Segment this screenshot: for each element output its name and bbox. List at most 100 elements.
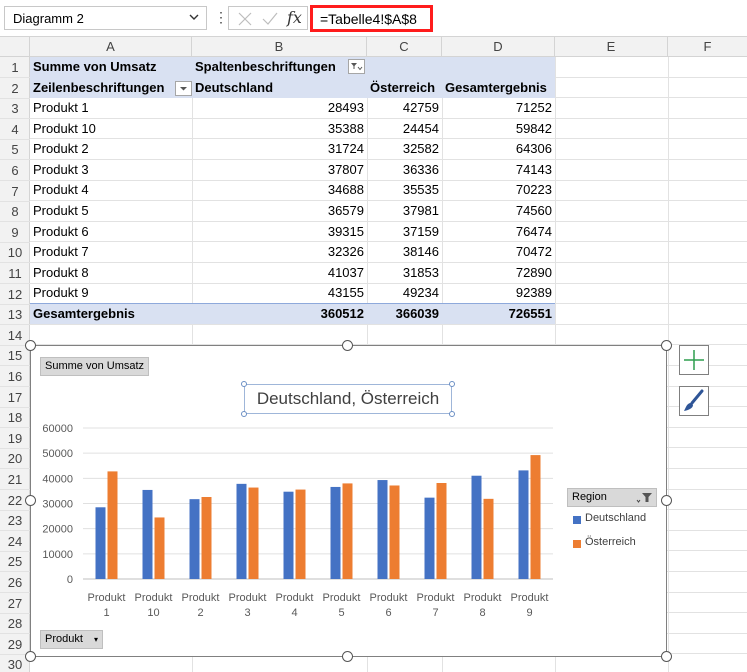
bar-deutschland[interactable] (377, 480, 388, 579)
bar-oesterreich[interactable] (483, 498, 494, 579)
row-header[interactable]: 11 (0, 263, 30, 284)
bar-oesterreich[interactable] (295, 489, 306, 579)
chart-styles-button[interactable] (679, 386, 709, 416)
pivot-value-at[interactable]: 42759 (367, 98, 442, 118)
row-header[interactable]: 19 (0, 428, 30, 449)
row-header[interactable]: 2 (0, 78, 30, 99)
pivot-value-de[interactable]: 37807 (192, 160, 367, 180)
row-header[interactable]: 5 (0, 139, 30, 161)
resize-handle[interactable] (661, 495, 672, 506)
bar-oesterreich[interactable] (530, 455, 541, 579)
dropdown-icon[interactable]: ▾ (94, 635, 98, 644)
cancel-icon[interactable] (237, 11, 253, 27)
bar-deutschland[interactable] (518, 470, 529, 579)
row-header[interactable]: 26 (0, 572, 30, 593)
row-header[interactable]: 8 (0, 201, 30, 223)
column-header-b[interactable]: B (192, 37, 367, 57)
pivot-row-label[interactable]: Produkt 9 (30, 283, 192, 303)
pivot-value-total[interactable]: 70472 (442, 242, 555, 262)
bar-deutschland[interactable] (95, 507, 106, 579)
bar-oesterreich[interactable] (248, 487, 259, 579)
row-header[interactable]: 18 (0, 407, 30, 429)
pivot-value-total[interactable]: 72890 (442, 263, 555, 283)
pivot-chart[interactable]: Summe von Umsatz Deutschland, Österreich… (30, 345, 667, 657)
row-header[interactable]: 24 (0, 531, 30, 552)
bar-oesterreich[interactable] (389, 485, 400, 579)
pivot-value-at[interactable]: 35535 (367, 180, 442, 200)
resize-handle[interactable] (25, 340, 36, 351)
pivot-value-total[interactable]: 71252 (442, 98, 555, 118)
title-handle[interactable] (241, 381, 247, 387)
bar-deutschland[interactable] (424, 497, 435, 579)
row-header[interactable]: 16 (0, 366, 30, 387)
pivot-value-total[interactable]: 64306 (442, 139, 555, 159)
pivot-value-total[interactable]: 92389 (442, 283, 555, 303)
row-header[interactable]: 7 (0, 181, 30, 202)
pivot-value-de[interactable]: 41037 (192, 263, 367, 283)
pivot-row-label[interactable]: Produkt 5 (30, 201, 192, 221)
column-header-d[interactable]: D (442, 37, 555, 57)
pivot-value-de[interactable]: 32326 (192, 242, 367, 262)
pivot-value-at[interactable]: 49234 (367, 283, 442, 303)
plot-area[interactable]: 0100002000030000400005000060000Produkt1P… (31, 416, 571, 656)
resize-handle[interactable] (661, 651, 672, 662)
row-header[interactable]: 23 (0, 510, 30, 532)
row-header[interactable]: 9 (0, 222, 30, 243)
row-filter-dropdown-icon[interactable] (175, 81, 192, 96)
chart-title[interactable]: Deutschland, Österreich (244, 384, 452, 414)
row-header[interactable]: 29 (0, 634, 30, 655)
pivot-row-label[interactable]: Produkt 7 (30, 242, 192, 262)
pivot-value-at[interactable]: 38146 (367, 242, 442, 262)
pivot-value-total[interactable]: 59842 (442, 119, 555, 139)
row-header[interactable]: 27 (0, 593, 30, 614)
row-header[interactable]: 21 (0, 469, 30, 490)
pivot-value-field-label[interactable]: Summe von Umsatz (30, 57, 192, 77)
bar-oesterreich[interactable] (201, 497, 212, 579)
pivot-row-label[interactable]: Produkt 6 (30, 222, 192, 242)
column-header-c[interactable]: C (367, 37, 442, 57)
pivot-row-label[interactable]: Produkt 4 (30, 180, 192, 200)
pivot-value-de[interactable]: 35388 (192, 119, 367, 139)
pivot-value-total[interactable]: 74560 (442, 201, 555, 221)
formula-input[interactable]: =Tabelle4!$A$8 (310, 5, 433, 32)
row-header[interactable]: 4 (0, 119, 30, 140)
row-header[interactable]: 28 (0, 613, 30, 635)
bar-oesterreich[interactable] (154, 517, 165, 579)
title-handle[interactable] (449, 381, 455, 387)
row-header[interactable]: 6 (0, 160, 30, 181)
more-options-icon[interactable]: ⋮ (214, 9, 228, 26)
pivot-row-label[interactable]: Produkt 8 (30, 263, 192, 283)
row-header[interactable]: 17 (0, 387, 30, 408)
pivot-value-total[interactable]: 70223 (442, 180, 555, 200)
row-header[interactable]: 1 (0, 57, 30, 78)
pivot-value-at[interactable]: 24454 (367, 119, 442, 139)
pivot-value-at[interactable]: 37159 (367, 222, 442, 242)
pivot-value-total[interactable]: 76474 (442, 222, 555, 242)
row-header[interactable]: 3 (0, 98, 30, 120)
insert-function-icon[interactable]: fx (287, 8, 302, 27)
row-header[interactable]: 25 (0, 551, 30, 573)
pivot-value-at[interactable]: 37981 (367, 201, 442, 221)
chevron-down-icon[interactable] (187, 10, 201, 24)
pivot-value-at[interactable]: 31853 (367, 263, 442, 283)
pivot-value-at[interactable]: 36336 (367, 160, 442, 180)
bar-deutschland[interactable] (236, 483, 247, 579)
bar-deutschland[interactable] (142, 489, 153, 579)
bar-deutschland[interactable] (471, 475, 482, 579)
pivot-value-de[interactable]: 28493 (192, 98, 367, 118)
confirm-icon[interactable] (261, 11, 279, 27)
resize-handle[interactable] (342, 340, 353, 351)
bar-deutschland[interactable] (189, 499, 200, 579)
pivot-column-labels[interactable]: Spaltenbeschriftungen (192, 57, 367, 77)
name-box[interactable]: Diagramm 2 (4, 6, 207, 30)
filter-icon[interactable] (634, 492, 654, 504)
pivot-row-label[interactable]: Produkt 10 (30, 119, 192, 139)
column-header-a[interactable]: A (30, 37, 192, 57)
pivot-row-label[interactable]: Produkt 3 (30, 160, 192, 180)
bar-oesterreich[interactable] (342, 483, 353, 579)
value-field-button[interactable]: Summe von Umsatz (40, 357, 150, 376)
resize-handle[interactable] (342, 651, 353, 662)
row-header[interactable]: 10 (0, 242, 30, 264)
column-header-e[interactable]: E (555, 37, 668, 57)
pivot-value-at[interactable]: 32582 (367, 139, 442, 159)
